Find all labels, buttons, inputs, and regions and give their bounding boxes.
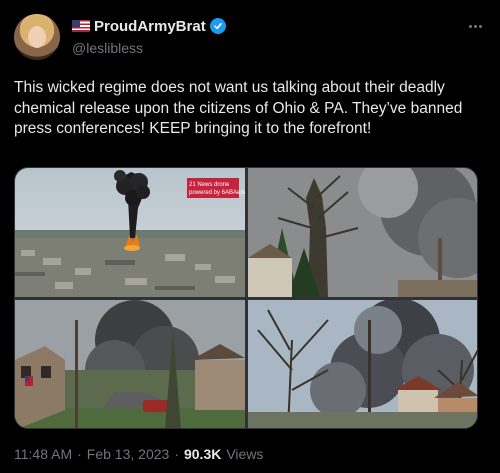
- tweet-time[interactable]: 11:48 AM: [14, 446, 72, 462]
- user-handle[interactable]: @leslibless: [72, 40, 226, 56]
- us-flag-icon: [72, 20, 90, 32]
- display-name[interactable]: ProudArmyBrat: [94, 18, 206, 35]
- views-count: 90.3K: [183, 446, 222, 462]
- meta-separator: ·: [174, 446, 179, 462]
- meta-separator: ·: [77, 446, 82, 462]
- photo-street-smoke[interactable]: [15, 300, 245, 428]
- tweet-header: ProudArmyBrat @leslibless: [14, 10, 486, 62]
- author-block: ProudArmyBrat @leslibless: [72, 16, 226, 56]
- photo-trees-smoke[interactable]: [248, 168, 477, 297]
- avatar[interactable]: [14, 14, 60, 60]
- photo-aerial-smoke-plume[interactable]: 21 News dronepowered by 6ABAerials: [15, 168, 245, 297]
- tweet-card: ProudArmyBrat @leslibless This wicked re…: [0, 0, 500, 473]
- verified-badge-icon: [209, 18, 226, 34]
- more-options-icon[interactable]: [464, 18, 486, 34]
- tweet-text: This wicked regime does not want us talk…: [14, 79, 463, 137]
- tweet-meta: 11:48 AM · Feb 13, 2023 · 90.3K Views: [14, 446, 263, 462]
- views-label: Views: [226, 446, 264, 462]
- photo-bare-trees-plume[interactable]: [248, 300, 477, 428]
- tweet-date[interactable]: Feb 13, 2023: [87, 446, 170, 462]
- media-grid: 21 News dronepowered by 6ABAerials: [14, 167, 478, 429]
